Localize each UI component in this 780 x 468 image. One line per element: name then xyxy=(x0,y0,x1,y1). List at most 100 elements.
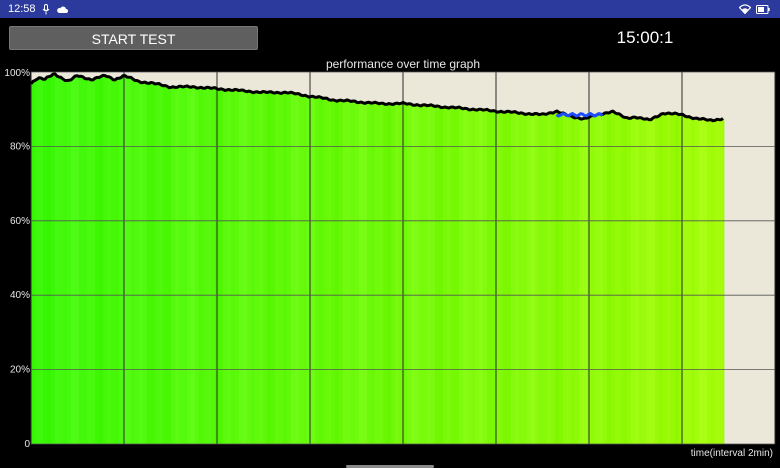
fill-band xyxy=(55,75,60,445)
fill-band xyxy=(423,105,428,444)
fill-band xyxy=(51,74,56,445)
fill-band xyxy=(695,118,700,444)
fill-band xyxy=(535,114,540,444)
fill-band xyxy=(303,95,308,444)
fill-band xyxy=(379,103,384,444)
fill-band xyxy=(91,79,96,444)
fill-band xyxy=(323,98,328,444)
fill-band xyxy=(163,85,168,444)
fill-band xyxy=(539,114,544,444)
fill-band xyxy=(207,88,212,444)
fill-band xyxy=(567,116,572,444)
fill-band xyxy=(395,103,400,444)
fill-band xyxy=(407,104,412,444)
fill-band xyxy=(263,92,268,445)
status-right xyxy=(739,0,770,18)
fill-band xyxy=(343,100,348,444)
battery-icon xyxy=(756,4,770,14)
fill-band xyxy=(387,103,392,444)
fill-band xyxy=(59,77,64,445)
fill-band xyxy=(391,103,396,444)
fill-band xyxy=(575,117,580,444)
fill-band xyxy=(107,77,112,444)
fill-band xyxy=(595,115,600,445)
fill-band xyxy=(363,102,368,444)
fill-band xyxy=(259,92,264,444)
fill-band xyxy=(427,105,432,444)
fill-band xyxy=(79,76,84,445)
fill-band xyxy=(275,92,280,445)
performance-fill xyxy=(31,74,725,445)
fill-band xyxy=(511,112,516,445)
fill-band xyxy=(627,117,632,444)
fill-band xyxy=(635,117,640,444)
fill-band xyxy=(119,76,124,445)
fill-band xyxy=(631,117,636,444)
timer-display: 15:00:1 xyxy=(616,28,674,47)
fill-band xyxy=(311,96,316,444)
fill-band xyxy=(451,107,456,444)
fill-band xyxy=(623,117,628,445)
fill-band xyxy=(579,118,584,444)
fill-band xyxy=(663,113,668,444)
fill-band xyxy=(599,114,604,444)
fill-band xyxy=(375,103,380,445)
fill-band xyxy=(199,87,204,445)
y-tick-label: 20% xyxy=(10,365,30,376)
fill-band xyxy=(411,104,416,445)
fill-band xyxy=(143,82,148,445)
fill-band xyxy=(367,102,372,444)
fill-band xyxy=(227,89,232,444)
status-time: 12:58 xyxy=(8,3,36,15)
fill-band xyxy=(211,88,216,445)
fill-band xyxy=(347,101,352,444)
fill-band xyxy=(431,106,436,444)
fill-band xyxy=(223,89,228,444)
y-tick-label: 0 xyxy=(24,439,30,450)
fill-band xyxy=(475,109,480,444)
fill-band xyxy=(479,109,484,445)
fill-band xyxy=(127,77,132,444)
fill-band xyxy=(63,79,68,445)
fill-band xyxy=(483,110,488,445)
fill-band xyxy=(487,110,492,444)
fill-band xyxy=(315,97,320,445)
fill-band xyxy=(551,111,556,445)
fill-band xyxy=(115,78,120,445)
fill-band xyxy=(195,87,200,444)
fill-band xyxy=(171,86,176,444)
fill-band xyxy=(403,103,408,444)
fill-band xyxy=(339,100,344,444)
fill-band xyxy=(47,77,52,444)
fill-band xyxy=(683,115,688,444)
cloud-icon xyxy=(56,5,68,14)
fill-band xyxy=(715,119,720,444)
fill-band xyxy=(287,92,292,444)
fill-band xyxy=(255,91,260,444)
fill-band xyxy=(359,102,364,444)
fill-band xyxy=(271,92,276,445)
fill-band xyxy=(675,114,680,444)
wifi-icon xyxy=(739,4,751,14)
fill-band xyxy=(719,118,724,444)
fill-band xyxy=(279,92,284,445)
fill-band xyxy=(83,77,88,444)
status-left: 12:58 xyxy=(8,0,68,18)
fill-band xyxy=(455,107,460,444)
microphone-icon xyxy=(42,3,50,15)
fill-band xyxy=(251,91,256,445)
fill-band xyxy=(543,114,548,444)
fill-band xyxy=(447,107,452,445)
fill-band xyxy=(111,78,116,444)
fill-band xyxy=(659,114,664,444)
x-axis-label: time(interval 2min) xyxy=(691,448,773,459)
start-test-button[interactable]: START TEST xyxy=(9,26,258,50)
fill-band xyxy=(691,117,696,445)
fill-band xyxy=(703,119,708,444)
fill-band xyxy=(267,92,272,445)
fill-band xyxy=(415,104,420,445)
fill-band xyxy=(611,111,616,445)
fill-band xyxy=(319,97,324,444)
fill-band xyxy=(571,116,576,444)
fill-band xyxy=(35,78,40,445)
